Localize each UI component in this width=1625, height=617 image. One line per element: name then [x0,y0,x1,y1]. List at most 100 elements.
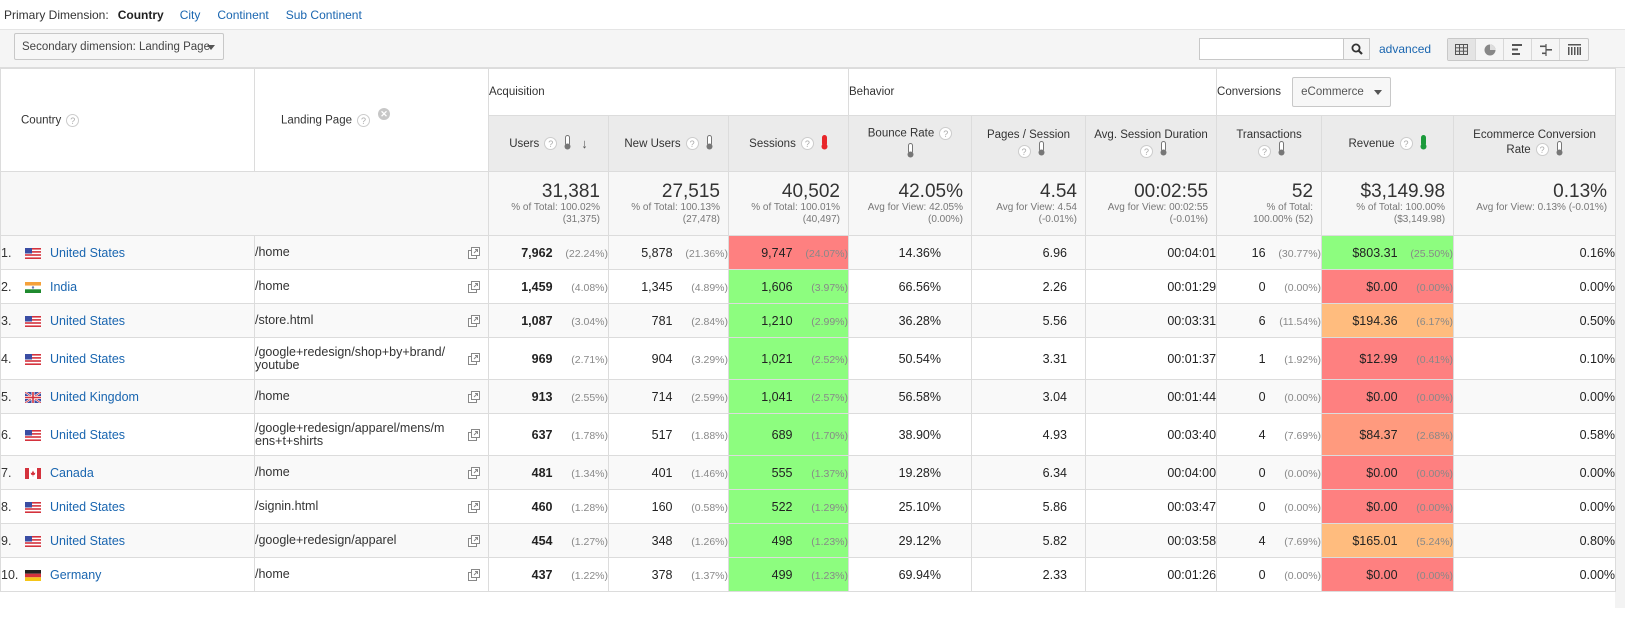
avg-duration-cell: 00:01:44 [1084,379,1218,414]
country-link[interactable]: United States [50,534,125,548]
open-external-icon[interactable] [468,500,480,516]
pages-session-column-header[interactable]: Pages / Session? [971,115,1086,172]
country-link[interactable]: United States [50,500,125,514]
pages-session-cell: 4.93 [971,413,1086,456]
avg-duration-value: 00:01:26 [1167,567,1217,582]
sessions-column-header[interactable]: Sessions? [728,115,849,172]
users-column-header[interactable]: Users? ↓ [488,115,609,172]
help-icon[interactable]: ? [1399,137,1413,150]
remove-dimension-icon[interactable]: ✕ [377,107,390,120]
help-icon[interactable]: ? [1017,144,1031,158]
primary-dimension-continent[interactable]: Continent [217,8,268,22]
bounce-rate-cell: 69.94% [848,557,972,592]
sessions-cell: 555 (1.37%) [728,455,849,490]
vertical-scrollbar[interactable] [1615,68,1625,608]
new-users-value: 378 [651,567,673,582]
heatmap-thermometer-icon[interactable] [1160,140,1167,159]
transactions-value: 0 [1258,279,1266,294]
conversions-type-dropdown[interactable]: eCommerce [1292,77,1391,107]
performance-view-button[interactable] [1504,39,1532,60]
heatmap-thermometer-active-icon[interactable] [1420,134,1427,153]
secondary-dimension-dropdown[interactable]: Secondary dimension: Landing Page [14,33,224,60]
ecom-rate-value: 0.10% [1579,351,1616,366]
landing-page-column-header[interactable]: Landing Page ? ✕ [254,68,489,172]
table-row: 3. United States /store.html 1,087 (3.04%… [0,303,1617,338]
country-link[interactable]: United States [50,428,125,442]
bar-chart-icon [1512,44,1522,55]
table-search-input[interactable] [1199,38,1344,60]
help-icon[interactable]: ? [685,137,699,150]
table-row: 6. United States /google+redesign/apparel… [0,413,1617,456]
help-icon[interactable]: ? [544,137,558,150]
heatmap-thermometer-icon[interactable] [907,142,914,161]
pie-view-button[interactable] [1476,39,1504,60]
new-users-value: 1,345 [641,279,673,294]
revenue-column-header[interactable]: Revenue? [1321,115,1455,172]
bounce-rate-column-header[interactable]: Bounce Rate? [848,115,972,172]
country-link[interactable]: United States [50,314,125,328]
heatmap-thermometer-icon[interactable] [564,134,571,153]
row-index: 9. [1,533,12,548]
country-column-header[interactable]: Country? [0,68,255,172]
users-value: 1,459 [521,279,553,294]
landing-page-text: /signin.html [255,499,319,513]
open-external-icon[interactable] [468,390,480,406]
pages-session-value: 5.82 [1042,533,1067,548]
landing-page-cell: /home [254,235,489,270]
open-external-icon[interactable] [468,534,480,550]
avg-duration-value: 00:03:47 [1167,499,1217,514]
open-external-icon[interactable] [468,280,480,296]
country-link[interactable]: Germany [50,568,101,582]
country-link[interactable]: United States [50,352,125,366]
ecom-rate-cell: 0.00% [1453,489,1617,524]
heatmap-thermometer-icon[interactable] [1556,140,1563,159]
open-external-icon[interactable] [468,466,480,482]
open-external-icon[interactable] [468,314,480,330]
comparison-view-button[interactable] [1532,39,1560,60]
table-view-button[interactable] [1448,39,1476,60]
ecommerce-conversion-rate-column-header[interactable]: Ecommerce Conversion Rate? [1453,115,1617,172]
country-link[interactable]: Canada [50,466,94,480]
help-icon[interactable]: ? [1535,143,1549,156]
help-icon[interactable]: ? [1140,144,1154,158]
sessions-value: 1,041 [761,389,793,404]
search-button[interactable] [1343,38,1370,60]
table-row: 9. United States /google+redesign/apparel… [0,523,1617,558]
help-icon[interactable]: ? [66,113,80,127]
flag-gb-icon [25,391,41,403]
primary-dimension-country[interactable]: Country [118,8,164,22]
help-icon[interactable]: ? [939,126,953,140]
open-external-icon[interactable] [468,428,480,444]
revenue-value: $0.00 [1366,389,1398,404]
transactions-column-header[interactable]: Transactions? [1216,115,1323,172]
new-users-column-header[interactable]: New Users? [608,115,729,172]
country-link[interactable]: United Kingdom [50,390,139,404]
heatmap-thermometer-active-icon[interactable] [821,134,828,153]
advanced-filter-link[interactable]: advanced [1379,42,1431,56]
help-icon[interactable]: ? [356,113,370,127]
sessions-percent: (2.52%) [811,353,848,366]
transactions-cell: 0 (0.00%) [1216,269,1323,304]
revenue-percent: (0.41%) [1416,353,1454,366]
heatmap-thermometer-icon[interactable] [706,134,713,153]
new-users-percent: (1.26%) [691,535,728,548]
help-icon[interactable]: ? [800,137,814,150]
open-external-icon[interactable] [468,352,480,368]
sort-descending-icon[interactable]: ↓ [581,136,588,151]
country-link[interactable]: United States [50,246,125,260]
primary-dimension-city[interactable]: City [180,8,201,22]
country-link[interactable]: India [50,280,77,294]
transactions-value: 4 [1258,533,1266,548]
revenue-value: $12.99 [1359,351,1398,366]
help-icon[interactable]: ? [1258,144,1272,158]
open-external-icon[interactable] [468,568,480,584]
avg-session-duration-column-header[interactable]: Avg. Session Duration? [1084,115,1218,172]
ecom-rate-cell: 0.00% [1453,379,1617,414]
revenue-percent: (0.00%) [1416,281,1454,294]
transactions-cell: 4 (7.69%) [1216,523,1323,558]
primary-dimension-sub-continent[interactable]: Sub Continent [286,8,362,22]
heatmap-thermometer-icon[interactable] [1038,140,1045,159]
heatmap-thermometer-icon[interactable] [1278,140,1285,159]
pivot-view-button[interactable] [1560,39,1588,60]
open-external-icon[interactable] [468,246,480,262]
